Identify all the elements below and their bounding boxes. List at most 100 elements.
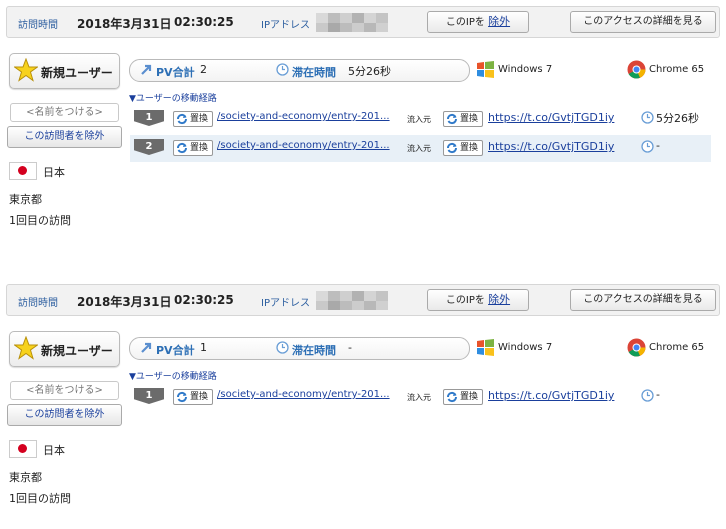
pv-total-value: 2	[200, 63, 207, 76]
replace-label: 置換	[190, 114, 209, 124]
new-user-label: 新規ユーザー	[41, 344, 113, 358]
visit-header: 訪問時間 2018年3月31日 02:30:25 IPアドレス このIPを 除外…	[6, 284, 720, 316]
referrer-link[interactable]: https://t.co/GvtjTGD1iy	[488, 140, 614, 153]
browser-name: Chrome 65	[649, 342, 705, 353]
chrome-icon	[627, 338, 646, 357]
refresh-icon	[446, 142, 458, 154]
source-label: 流入元	[407, 115, 431, 124]
arrow-icon	[141, 64, 152, 75]
visit-count: 1回目の訪問	[9, 492, 71, 505]
user-route-label[interactable]: ▼ユーザーの移動経路	[129, 369, 217, 382]
country-name: 日本	[43, 444, 65, 457]
exclude-ip-button[interactable]: このIPを 除外	[427, 289, 529, 311]
replace-label: 置換	[460, 143, 479, 153]
visit-date: 2018年3月31日	[77, 295, 172, 309]
pv-total-value: 1	[200, 341, 207, 354]
replace-button[interactable]: 置換	[173, 111, 213, 127]
clock-icon	[641, 111, 654, 124]
japan-flag-icon	[9, 440, 37, 458]
name-visitor-button[interactable]: <名前をつける>	[10, 381, 119, 400]
replace-label: 置換	[190, 143, 209, 153]
referrer-link[interactable]: https://t.co/GvtjTGD1iy	[488, 389, 614, 402]
star-icon	[14, 336, 38, 360]
new-user-label: 新規ユーザー	[41, 66, 113, 80]
os-name: Windows 7	[498, 64, 553, 75]
chrome-icon	[627, 60, 646, 79]
replace-button[interactable]: 置換	[173, 389, 213, 405]
new-user-badge: 新規ユーザー	[9, 53, 120, 89]
clock-icon	[641, 389, 654, 402]
replace-label: 置換	[460, 114, 479, 124]
page-number-badge: 2	[134, 139, 164, 155]
pv-stay-bar: PV合計 1 滞在時間 -	[129, 337, 470, 360]
browser-info: Chrome 65	[627, 60, 704, 83]
os-info: Windows 7	[476, 338, 552, 361]
access-detail-button[interactable]: このアクセスの詳細を見る	[570, 289, 716, 311]
visit-card-1: 訪問時間 2018年3月31日 02:30:25 IPアドレス このIPを 除外…	[6, 6, 720, 227]
source-label: 流入元	[407, 144, 431, 153]
refresh-icon	[446, 113, 458, 125]
os-name: Windows 7	[498, 342, 553, 353]
page-path-link[interactable]: /society-and-economy/entry-201...	[217, 111, 390, 122]
page-duration: 5分26秒	[656, 112, 699, 125]
visit-time-label: 訪問時間	[18, 298, 58, 309]
exclude-ip-button[interactable]: このIPを 除外	[427, 11, 529, 33]
visit-header: 訪問時間 2018年3月31日 02:30:25 IPアドレス このIPを 除外…	[6, 6, 720, 38]
clock-icon	[276, 341, 289, 354]
country-name: 日本	[43, 166, 65, 179]
page-path-link[interactable]: /society-and-economy/entry-201...	[217, 140, 390, 151]
browser-info: Chrome 65	[627, 338, 704, 361]
clock-icon	[641, 140, 654, 153]
refresh-icon	[176, 142, 188, 154]
source-label: 流入元	[407, 393, 431, 402]
user-route-label[interactable]: ▼ユーザーの移動経路	[129, 91, 217, 104]
windows-icon	[477, 61, 494, 78]
visit-time: 02:30:25	[174, 15, 234, 29]
refresh-icon	[176, 391, 188, 403]
ip-address-label: IPアドレス	[261, 298, 310, 309]
exclude-visitor-button[interactable]: この訪問者を除外	[7, 126, 122, 148]
page-number-badge: 1	[134, 110, 164, 126]
page-duration: -	[656, 139, 660, 152]
exclude-ip-prefix: このIPを	[445, 295, 485, 306]
page-row: 1 置換 /society-and-economy/entry-201... 流…	[130, 384, 711, 411]
page-row: 2 置換 /society-and-economy/entry-201... 流…	[130, 135, 711, 162]
ip-address-label: IPアドレス	[261, 20, 310, 31]
arrow-icon	[141, 342, 152, 353]
page-path-link[interactable]: /society-and-economy/entry-201...	[217, 389, 390, 400]
stay-time-value: -	[348, 341, 352, 354]
windows-icon	[477, 339, 494, 356]
ip-address-masked	[316, 291, 388, 310]
visit-time-label: 訪問時間	[18, 20, 58, 31]
page-duration: -	[656, 388, 660, 401]
exclude-visitor-button[interactable]: この訪問者を除外	[7, 404, 122, 426]
refresh-icon	[446, 391, 458, 403]
browser-name: Chrome 65	[649, 64, 705, 75]
replace-button[interactable]: 置換	[443, 389, 483, 405]
prefecture: 東京都	[9, 193, 42, 206]
pv-total-label: PV合計	[156, 66, 195, 79]
replace-button[interactable]: 置換	[443, 111, 483, 127]
visit-count: 1回目の訪問	[9, 214, 71, 227]
replace-button[interactable]: 置換	[173, 140, 213, 156]
new-user-badge: 新規ユーザー	[9, 331, 120, 367]
stay-time-label: 滞在時間	[292, 344, 336, 357]
exclude-ip-link[interactable]: 除外	[488, 15, 510, 28]
stay-time-value: 5分26秒	[348, 65, 391, 78]
clock-icon	[276, 63, 289, 76]
replace-label: 置換	[460, 392, 479, 402]
star-icon	[14, 58, 38, 82]
prefecture: 東京都	[9, 471, 42, 484]
replace-button[interactable]: 置換	[443, 140, 483, 156]
pv-stay-bar: PV合計 2 滞在時間 5分26秒	[129, 59, 470, 82]
visit-date: 2018年3月31日	[77, 17, 172, 31]
stay-time-label: 滞在時間	[292, 66, 336, 79]
referrer-link[interactable]: https://t.co/GvtjTGD1iy	[488, 111, 614, 124]
os-info: Windows 7	[476, 60, 552, 83]
visit-card-2: 訪問時間 2018年3月31日 02:30:25 IPアドレス このIPを 除外…	[6, 284, 720, 505]
exclude-ip-prefix: このIPを	[445, 17, 485, 28]
access-detail-button[interactable]: このアクセスの詳細を見る	[570, 11, 716, 33]
exclude-ip-link[interactable]: 除外	[488, 293, 510, 306]
japan-flag-icon	[9, 162, 37, 180]
name-visitor-button[interactable]: <名前をつける>	[10, 103, 119, 122]
